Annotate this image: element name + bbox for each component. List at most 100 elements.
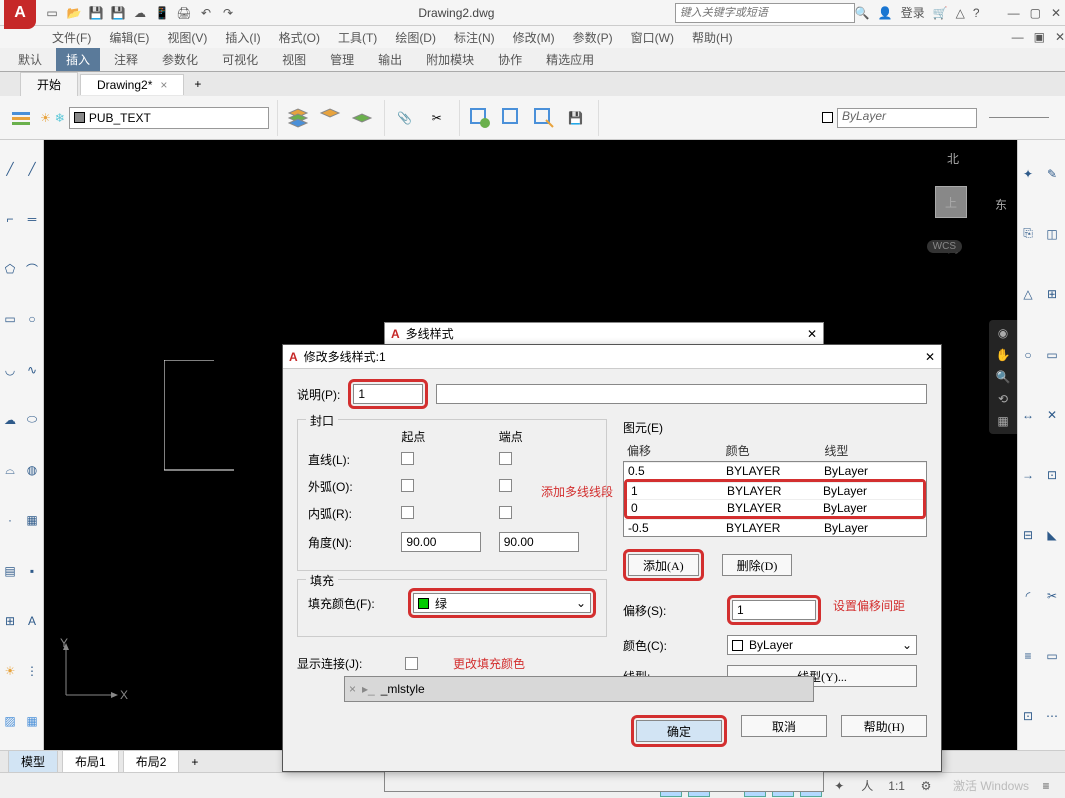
dialog-titlebar[interactable]: A 修改多线样式:1 ✕: [283, 345, 941, 369]
mline-icon[interactable]: ═: [22, 209, 42, 229]
circle-icon[interactable]: ○: [22, 309, 42, 329]
donut-icon[interactable]: ◍: [22, 460, 42, 480]
menu-help[interactable]: 帮助(H): [692, 29, 733, 46]
rtab-featured[interactable]: 精选应用: [536, 48, 604, 71]
menu-edit[interactable]: 编辑(E): [109, 29, 149, 46]
help-search-input[interactable]: [675, 3, 855, 23]
cap-line-end-chk[interactable]: [499, 452, 512, 465]
mirror-icon[interactable]: ◫: [1042, 224, 1062, 244]
cap-line-start-chk[interactable]: [401, 452, 414, 465]
doc-tab-close-icon[interactable]: ×: [160, 78, 167, 92]
nav-show-icon[interactable]: ▦: [997, 414, 1008, 428]
dialog-close-icon[interactable]: ✕: [925, 350, 935, 364]
table-icon[interactable]: ⊞: [0, 611, 20, 631]
rtab-visual[interactable]: 可视化: [212, 48, 268, 71]
fill-color-dropdown[interactable]: 绿 ⌄: [413, 593, 591, 613]
ellipse-icon[interactable]: ⬭: [22, 410, 42, 430]
rotate-icon[interactable]: ○: [1018, 345, 1038, 365]
offset-input[interactable]: [732, 600, 816, 620]
desc-input-ext[interactable]: [436, 384, 927, 404]
user-icon[interactable]: 👤: [878, 6, 893, 20]
cap-inner-end-chk[interactable]: [499, 506, 512, 519]
minimize-icon[interactable]: —: [1008, 6, 1020, 20]
chamfer-icon[interactable]: ◣: [1042, 525, 1062, 545]
menu-file[interactable]: 文件(F): [52, 29, 91, 46]
gradient-icon[interactable]: ▤: [0, 561, 20, 581]
nav-pan-icon[interactable]: ✋: [996, 348, 1011, 362]
desc-input[interactable]: [353, 384, 423, 404]
sun2-icon[interactable]: ☀: [0, 661, 20, 681]
join-icon[interactable]: ⊟: [1018, 525, 1038, 545]
login-link[interactable]: 登录: [901, 4, 925, 21]
erase-icon[interactable]: ✎: [1042, 164, 1062, 184]
rtab-annotate[interactable]: 注释: [104, 48, 148, 71]
polygon-icon[interactable]: ⬠: [0, 259, 20, 279]
break-icon[interactable]: ⊡: [1042, 465, 1062, 485]
saveas-icon[interactable]: 💾: [108, 3, 128, 23]
maximize-icon[interactable]: ▢: [1030, 6, 1041, 20]
print-icon[interactable]: 🖨: [174, 3, 194, 23]
menu-insert[interactable]: 插入(I): [225, 29, 260, 46]
undo-icon[interactable]: ↶: [196, 3, 216, 23]
tab-layout2[interactable]: 布局2: [123, 750, 180, 773]
sun-icon[interactable]: ☀: [40, 111, 51, 125]
sb-scale[interactable]: 1:1: [884, 775, 909, 797]
angle-end-input[interactable]: [499, 532, 579, 552]
tab-layout1[interactable]: 布局1: [62, 750, 119, 773]
rtab-insert[interactable]: 插入: [56, 48, 100, 71]
offset-icon[interactable]: △: [1018, 284, 1038, 304]
point-icon[interactable]: ·: [0, 510, 20, 530]
doc-restore-icon[interactable]: ▣: [1034, 30, 1045, 44]
mobile-icon[interactable]: 📱: [152, 3, 172, 23]
menu-dim[interactable]: 标注(N): [454, 29, 495, 46]
ellipse-arc-icon[interactable]: ⌓: [0, 460, 20, 480]
menu-window[interactable]: 窗口(W): [631, 29, 674, 46]
cancel-button[interactable]: 取消: [741, 715, 827, 737]
scale-icon[interactable]: ▭: [1042, 345, 1062, 365]
array-icon[interactable]: ⊞: [1042, 284, 1062, 304]
block2-icon[interactable]: [498, 104, 526, 132]
layer-props-icon[interactable]: [8, 104, 36, 132]
app-logo[interactable]: A: [4, 0, 36, 29]
sb-menu-icon[interactable]: ≡: [1035, 775, 1057, 797]
add-layout-button[interactable]: +: [183, 752, 206, 772]
app-icon[interactable]: △: [956, 6, 965, 20]
cloud-icon[interactable]: ☁: [0, 410, 20, 430]
copy-icon[interactable]: ⎘: [1018, 224, 1038, 244]
add-tab-button[interactable]: +: [186, 74, 209, 94]
menu-view[interactable]: 视图(V): [167, 29, 207, 46]
vc-north[interactable]: 北: [947, 150, 959, 167]
back-close-icon[interactable]: ✕: [807, 327, 817, 341]
doc-close-icon[interactable]: ✕: [1055, 30, 1065, 44]
freeze-icon[interactable]: ❄: [55, 111, 65, 125]
linetype-preview[interactable]: [989, 117, 1049, 118]
rtab-param[interactable]: 参数化: [152, 48, 208, 71]
more-icon[interactable]: ⋯: [1042, 706, 1062, 726]
tab-model[interactable]: 模型: [8, 750, 58, 773]
xline-icon[interactable]: ╱: [22, 159, 42, 179]
search-icon[interactable]: 🔍: [855, 6, 870, 20]
trim-icon[interactable]: ✕: [1042, 405, 1062, 425]
stretch-icon[interactable]: ↔: [1018, 405, 1038, 425]
rtab-manage[interactable]: 管理: [320, 48, 364, 71]
rect-icon[interactable]: ▭: [0, 309, 20, 329]
text-icon[interactable]: A: [22, 611, 42, 631]
hatch2-icon[interactable]: ▨: [0, 711, 20, 731]
dots-icon[interactable]: ⋮: [22, 661, 42, 681]
help-icon[interactable]: ?: [973, 6, 980, 20]
rtab-default[interactable]: 默认: [8, 48, 52, 71]
close-icon[interactable]: ✕: [1051, 6, 1061, 20]
elements-table[interactable]: 0.5BYLAYERByLayer 1BYLAYERByLayer 0BYLAY…: [623, 461, 927, 537]
wcs-badge[interactable]: WCS: [927, 240, 962, 253]
redo-icon[interactable]: ↷: [218, 3, 238, 23]
doc-minimize-icon[interactable]: —: [1012, 30, 1024, 44]
color-dropdown[interactable]: ByLayer ⌄: [727, 635, 917, 655]
lengthen-icon[interactable]: ⊡: [1018, 706, 1038, 726]
sb-gear-icon[interactable]: ⚙: [915, 775, 937, 797]
layer-dropdown[interactable]: PUB_TEXT: [69, 107, 269, 129]
extend-icon[interactable]: →: [1018, 465, 1038, 485]
doc-tab-active[interactable]: Drawing2* ×: [80, 74, 184, 95]
doc-tab-start[interactable]: 开始: [20, 72, 78, 96]
menu-modify[interactable]: 修改(M): [513, 29, 555, 46]
bylayer-dropdown[interactable]: ByLayer: [837, 108, 977, 128]
